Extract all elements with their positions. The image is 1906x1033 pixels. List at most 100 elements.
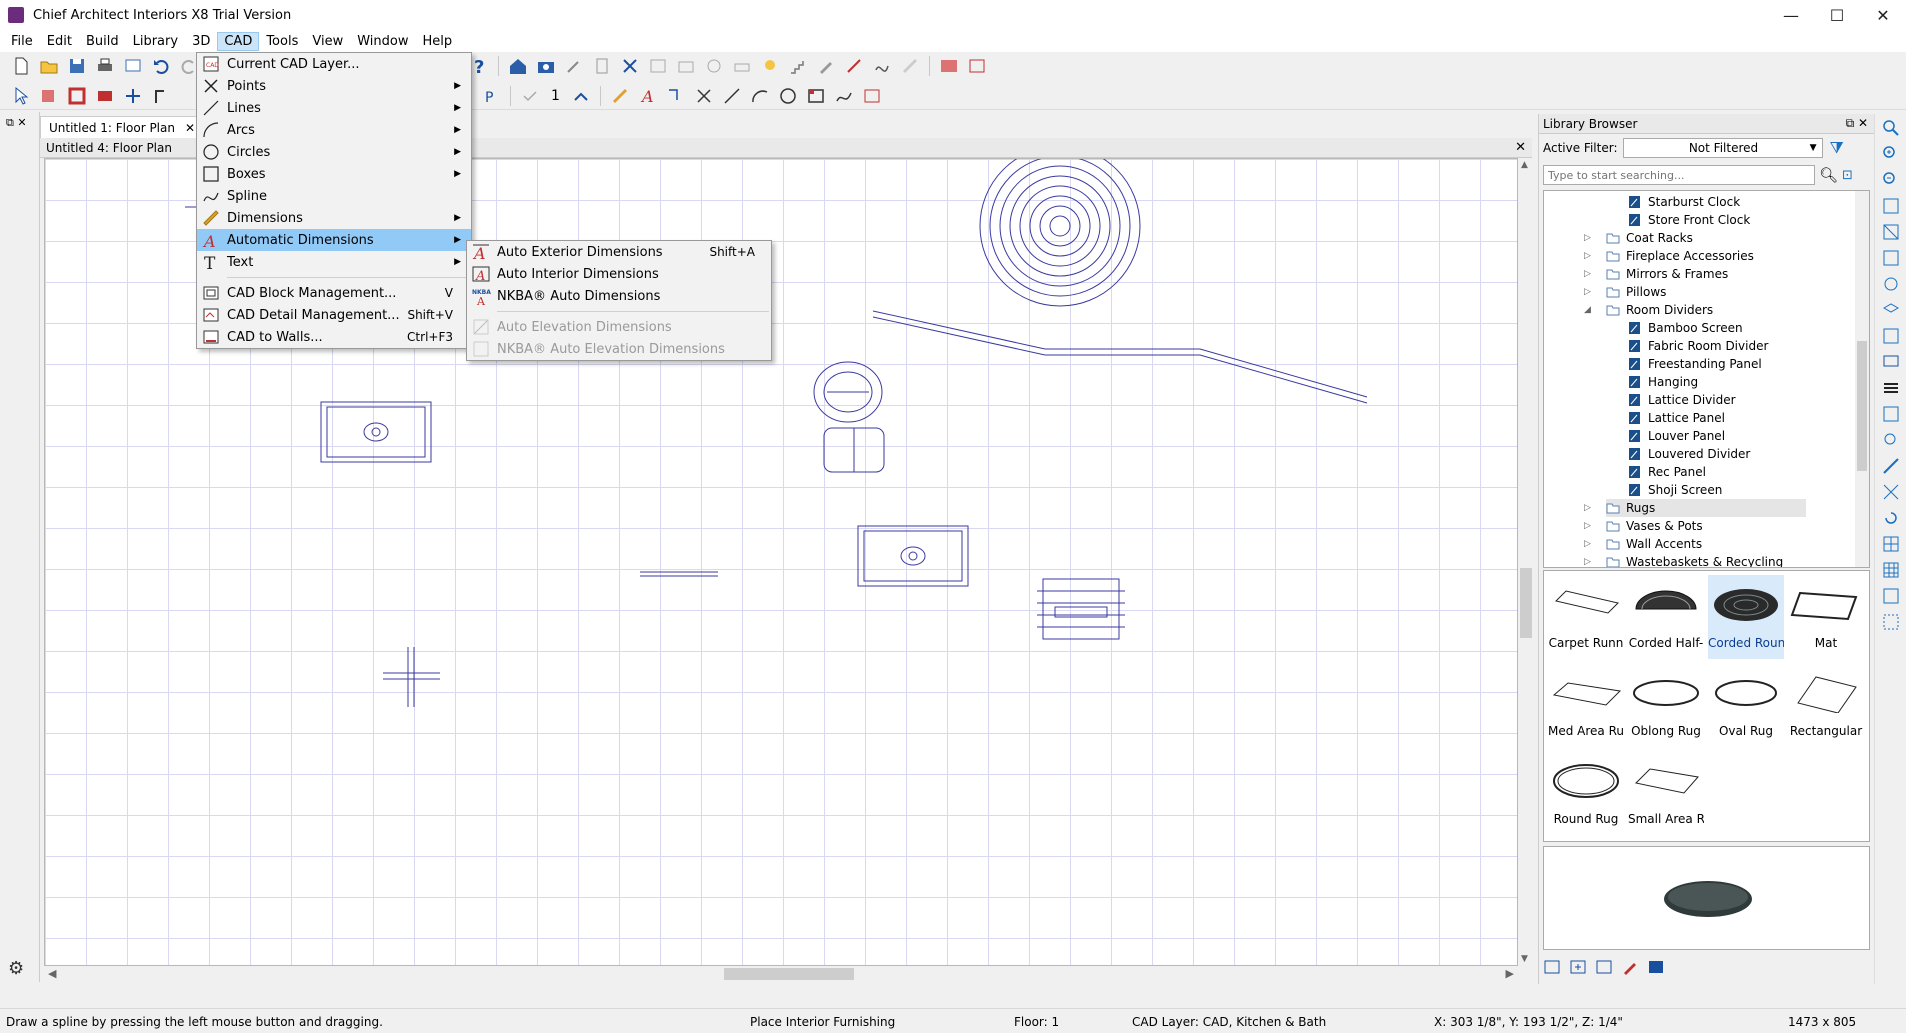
left-panel-controls[interactable]: ⧉ ✕ [6, 116, 27, 130]
layer-number[interactable]: 1 [551, 88, 560, 104]
cabinet-icon[interactable] [645, 54, 671, 78]
expand-icon[interactable]: ▷ [1584, 521, 1598, 531]
tree-scroll-thumb[interactable] [1857, 341, 1867, 471]
select-arrow-icon[interactable] [8, 84, 34, 108]
rotate-icon[interactable] [1878, 506, 1904, 530]
library-tool-icon[interactable] [1541, 956, 1563, 978]
spline-tool-icon[interactable] [869, 54, 895, 78]
tree-item[interactable]: Bamboo Screen [1628, 319, 1743, 337]
arc-tool-icon[interactable] [747, 84, 773, 108]
circle-tool-icon[interactable] [775, 84, 801, 108]
menu-library[interactable]: Library [126, 32, 185, 51]
rug-thumbnail[interactable]: Corded Roun [1708, 575, 1784, 659]
filter-dropdown[interactable]: Not Filtered ▼ [1623, 138, 1824, 158]
tree-folder[interactable]: ◢ Room Dividers [1584, 301, 1713, 319]
tree-item[interactable]: Louvered Divider [1628, 445, 1750, 463]
tab-close-icon[interactable]: ✕ [185, 121, 195, 135]
pencil-icon[interactable] [813, 54, 839, 78]
expand-icon[interactable]: ▷ [1584, 557, 1598, 567]
expand-icon[interactable]: ▷ [1584, 287, 1598, 297]
expand-icon[interactable]: ▷ [1584, 233, 1598, 243]
undo-icon[interactable] [148, 54, 174, 78]
horizontal-scroll-thumb[interactable] [724, 968, 854, 980]
library-panel-controls[interactable]: ⧉ ✕ [1846, 116, 1868, 131]
rug-thumbnail[interactable]: Oval Rug [1708, 663, 1784, 747]
line-tool-icon[interactable] [719, 84, 745, 108]
library-search-input[interactable] [1543, 165, 1815, 185]
tree-folder[interactable]: ▷ Vases & Pots [1584, 517, 1703, 535]
plan-grid-icon[interactable] [1878, 584, 1904, 608]
box-tool-icon[interactable] [803, 84, 829, 108]
maximize-button[interactable]: ☐ [1814, 0, 1860, 30]
filter-funnel-icon[interactable]: ⧩ [1829, 138, 1843, 158]
cad-menu-item-automatic-dimensions[interactable]: A Automatic Dimensions ▶ [197, 229, 471, 251]
menu-cad[interactable]: CAD [217, 31, 260, 51]
select-objects-icon[interactable] [36, 84, 62, 108]
check-icon[interactable] [517, 84, 543, 108]
cad-menu-item-cad-to-walls[interactable]: CAD to Walls... Ctrl+F3 [197, 326, 471, 348]
up-chevron-icon[interactable] [568, 84, 594, 108]
scroll-left-icon[interactable]: ◀ [48, 967, 56, 980]
layers-icon[interactable] [1878, 298, 1904, 322]
minimize-button[interactable]: — [1768, 0, 1814, 30]
point-x-icon[interactable] [691, 84, 717, 108]
display-icon[interactable] [1878, 350, 1904, 374]
cad-menu-item-spline[interactable]: Spline [197, 185, 471, 207]
plan-view-icon[interactable] [936, 54, 962, 78]
scroll-up-icon[interactable]: ▲ [1521, 160, 1528, 170]
close-button[interactable]: ✕ [1860, 0, 1906, 30]
fixture-icon[interactable] [701, 54, 727, 78]
cad-menu-item-arcs[interactable]: Arcs ▶ [197, 119, 471, 141]
zoom-icon[interactable] [1878, 116, 1904, 140]
library-add-icon[interactable] [1567, 956, 1589, 978]
camera-icon[interactable] [533, 54, 559, 78]
menu-edit[interactable]: Edit [40, 32, 79, 51]
rug-thumbnail[interactable]: Oblong Rug [1628, 663, 1704, 747]
view-close-icon[interactable]: ✕ [1515, 140, 1526, 155]
fill-window-icon[interactable] [1878, 194, 1904, 218]
search-icon[interactable]: 🔍︎ [1819, 166, 1838, 184]
print-icon[interactable] [92, 54, 118, 78]
stairs-icon[interactable] [785, 54, 811, 78]
ruler-icon[interactable] [897, 54, 923, 78]
cad-menu-item-circles[interactable]: Circles ▶ [197, 141, 471, 163]
tree-folder[interactable]: ▷ Coat Racks [1584, 229, 1693, 247]
extent-icon[interactable] [1878, 246, 1904, 270]
print-preview-icon[interactable] [120, 54, 146, 78]
tree-folder[interactable]: ▷ Pillows [1584, 283, 1666, 301]
window-tool-icon[interactable] [120, 84, 146, 108]
cad-menu-item-text[interactable]: T Text ▶ [197, 251, 471, 273]
rug-thumbnail[interactable]: Corded Half- [1628, 575, 1704, 659]
elevation-view-icon[interactable] [964, 54, 990, 78]
expand-icon[interactable]: ▷ [1584, 269, 1598, 279]
save-icon[interactable] [64, 54, 90, 78]
door-tool-icon[interactable] [148, 84, 174, 108]
scroll-right-icon[interactable]: ▶ [1506, 967, 1514, 980]
expand-icon[interactable]: ▷ [1584, 503, 1598, 513]
wall-tool-icon[interactable] [64, 84, 90, 108]
tab-untitled-1[interactable]: Untitled 1: Floor Plan ✕ [40, 116, 205, 138]
swap-icon[interactable] [1878, 324, 1904, 348]
new-file-icon[interactable] [8, 54, 34, 78]
menu-3d[interactable]: 3D [185, 32, 217, 51]
tree-item[interactable]: Lattice Panel [1628, 409, 1725, 427]
tools-icon[interactable] [617, 54, 643, 78]
fit-icon[interactable] [1878, 220, 1904, 244]
zoom-in-icon[interactable] [1878, 142, 1904, 166]
furniture-icon[interactable] [729, 54, 755, 78]
expand-icon[interactable]: ◢ [1584, 305, 1598, 315]
horizontal-scrollbar[interactable]: ◀ ▶ [44, 966, 1518, 982]
tree-item[interactable]: Lattice Divider [1628, 391, 1736, 409]
grid-icon[interactable] [1878, 532, 1904, 556]
rug-thumbnail[interactable]: Small Area R [1628, 751, 1704, 835]
submenu-item-auto-exterior-dimensions[interactable]: A Auto Exterior Dimensions Shift+A [467, 241, 771, 263]
pan-icon[interactable] [1878, 272, 1904, 296]
door-icon[interactable] [589, 54, 615, 78]
menu-window[interactable]: Window [350, 32, 415, 51]
rug-thumbnail[interactable]: Rectangular [1788, 663, 1864, 747]
line-weight-icon[interactable] [1878, 376, 1904, 400]
tree-folder[interactable]: ▷ Rugs [1584, 499, 1806, 517]
expand-icon[interactable]: ▷ [1584, 251, 1598, 261]
snap-grid-icon[interactable] [1878, 610, 1904, 634]
scroll-down-icon[interactable]: ▼ [1521, 954, 1528, 964]
